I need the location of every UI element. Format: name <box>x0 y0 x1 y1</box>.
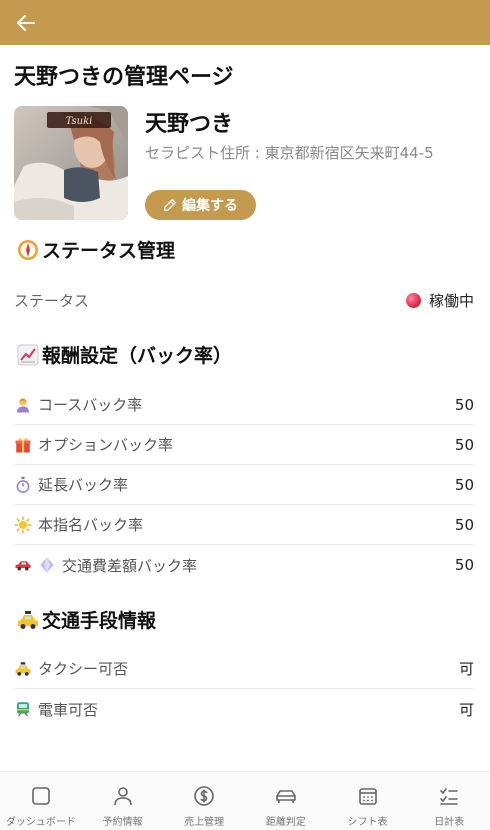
nav-label: 距離判定 <box>265 817 306 828</box>
list-item-value: 可 <box>458 700 474 719</box>
top-bar <box>0 0 490 45</box>
list-item-value: 50 <box>454 515 474 534</box>
square-icon <box>32 787 50 805</box>
bottom-nav: ダッシュボード 予約情報 売上管理 距離判定 シフト表 日計表 <box>0 771 490 830</box>
status-row[interactable]: ステータス 稼働中 <box>14 280 474 320</box>
avatar: Tsuki <box>14 106 128 220</box>
nav-item-daily-report[interactable]: 日計表 <box>408 772 490 830</box>
status-value: 稼働中 <box>405 290 474 311</box>
checklist-icon <box>440 788 458 805</box>
page-title: 天野つきの管理ページ <box>14 65 234 90</box>
list-item[interactable]: 電車可否 可 <box>14 689 474 729</box>
list-item-label: 本指名バック率 <box>38 516 144 534</box>
list-item-value: 50 <box>454 435 474 454</box>
taxi-icon <box>18 610 38 629</box>
status-section-title: ステータス管理 <box>16 236 175 263</box>
reward-section-title-text: 報酬設定（バック率） <box>42 345 233 367</box>
nav-item-shift[interactable]: シフト表 <box>327 772 409 830</box>
pencil-icon <box>164 199 176 211</box>
therapist-name: 天野つき <box>145 112 234 137</box>
car-icon <box>15 561 31 571</box>
nav-label: シフト表 <box>347 817 388 828</box>
nav-item-distance[interactable]: 距離判定 <box>245 772 327 830</box>
nav-label: 売上管理 <box>184 817 225 828</box>
nav-item-reservations[interactable]: 予約情報 <box>82 772 164 830</box>
person-icon <box>17 397 29 412</box>
arrow-left-icon[interactable] <box>14 11 38 35</box>
edit-profile-button[interactable]: 編集する <box>145 190 256 220</box>
status-value-text: 稼働中 <box>428 291 474 310</box>
reward-section-title: 報酬設定（バック率） <box>16 341 232 368</box>
calendar-icon <box>358 788 377 805</box>
list-item-value: 50 <box>454 556 474 574</box>
list-item-value: 50 <box>454 395 474 414</box>
list-item-value: 可 <box>458 660 474 678</box>
list-item-label: 交通費差額バック率 <box>62 556 198 575</box>
list-item[interactable]: タクシー可否 可 <box>14 649 474 689</box>
list-item[interactable]: コースバック率 50 <box>14 385 474 425</box>
taxi-icon <box>15 661 31 676</box>
list-item[interactable]: 延長バック率 50 <box>14 465 474 505</box>
list-item-value: 50 <box>454 475 474 494</box>
transport-section-title: 交通手段情報 <box>16 606 156 633</box>
list-item-label: コースバック率 <box>38 396 143 414</box>
therapist-address: セラピスト住所 : 東京都新宿区矢来町44-5 <box>145 144 434 162</box>
transport-list: タクシー可否 可 電車可否 可 <box>14 649 474 729</box>
nav-label: ダッシュボード <box>5 817 76 828</box>
list-item[interactable]: 本指名バック率 50 <box>14 505 474 545</box>
transport-section-title-text: 交通手段情報 <box>42 610 157 632</box>
diamond-icon <box>40 557 54 573</box>
list-item-label: タクシー可否 <box>38 660 129 678</box>
status-label: ステータス <box>14 291 90 310</box>
chart-up-icon <box>17 344 39 365</box>
car-outline-icon <box>276 790 296 803</box>
avatar-badge-text: Tsuki <box>66 116 93 127</box>
train-icon <box>17 702 29 717</box>
sun-icon <box>14 515 32 534</box>
stopwatch-icon <box>16 476 30 493</box>
list-item[interactable]: オプションバック率 50 <box>14 425 474 465</box>
nav-label: 日計表 <box>434 817 465 828</box>
status-section-title-text: ステータス管理 <box>42 240 176 262</box>
gift-icon <box>15 437 31 452</box>
nav-item-sales[interactable]: 売上管理 <box>163 772 245 830</box>
nav-item-dashboard[interactable]: ダッシュボード <box>0 772 82 830</box>
user-icon <box>113 787 132 806</box>
list-item-label: オプションバック率 <box>38 436 174 454</box>
nav-label: 予約情報 <box>102 817 143 828</box>
dollar-circle-icon <box>194 786 214 806</box>
list-item[interactable]: 交通費差額バック率 50 <box>14 545 474 585</box>
compass-icon <box>18 239 38 260</box>
list-item-label: 延長バック率 <box>38 476 129 494</box>
edit-profile-label: 編集する <box>182 198 238 214</box>
status-dot-icon <box>405 292 421 308</box>
reward-list: コースバック率 50 オプションバック率 50 延長バック率 50 本指名バック… <box>14 385 474 585</box>
list-item-label: 電車可否 <box>38 700 99 719</box>
